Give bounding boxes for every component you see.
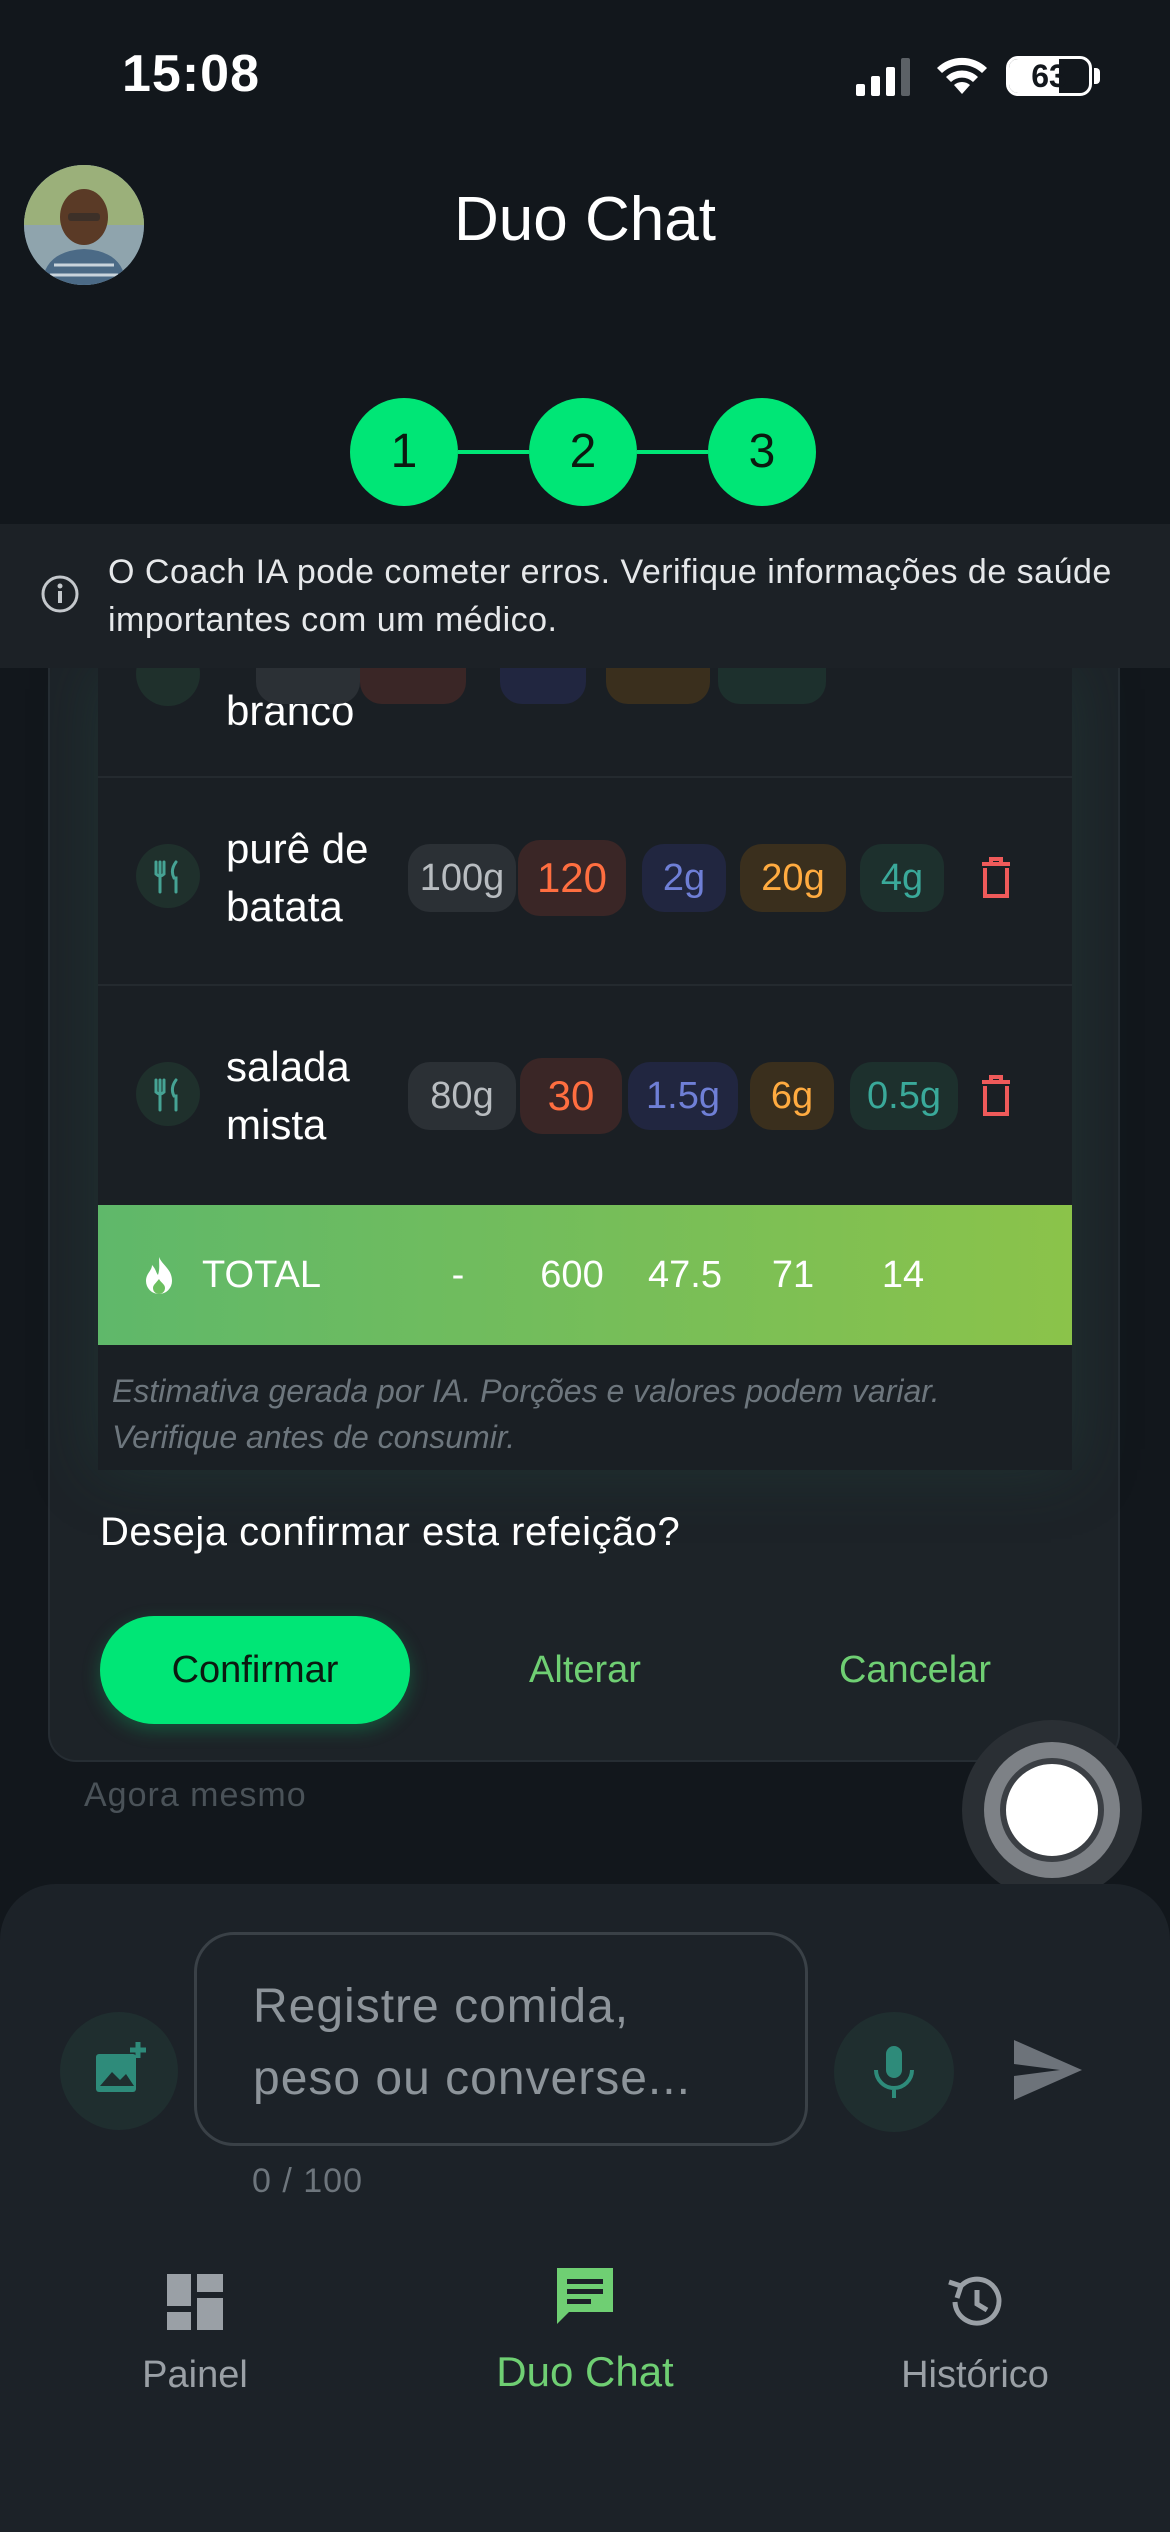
page-title: Duo Chat [454,185,716,254]
nav-label: Painel [142,2354,248,2396]
table-row: salada mista 80g 30 1.5g 6g 0.5g [98,986,1072,1204]
dashboard-icon [167,2274,223,2330]
microphone-icon [874,2046,914,2098]
total-fat: 14 [881,1254,925,1296]
history-icon [948,2276,1002,2326]
cellular-signal-icon [856,58,910,96]
add-photo-button[interactable] [60,2012,178,2130]
fat-chip: 0.5g [850,1062,958,1130]
food-name: purê de batata [226,825,369,930]
step-indicator: 1 2 3 [350,398,816,506]
battery-cap [1094,68,1100,84]
assistive-touch-button[interactable] [962,1720,1142,1900]
cancel-button[interactable]: Cancelar [800,1616,1030,1724]
nav-label: Histórico [901,2354,1049,2396]
step-2: 2 [529,398,637,506]
step-3: 3 [708,398,816,506]
nav-item-historico[interactable]: Histórico [870,2268,1080,2408]
assistive-inner [1000,1758,1104,1862]
ai-estimate-note: Estimativa gerada por IA. Porções e valo… [112,1373,940,1455]
total-portion: - [451,1254,465,1296]
table-row: purê de batata 100g 120 2g 20g 4g [98,768,1072,986]
fire-icon [146,1257,172,1294]
voice-input-button[interactable] [834,2012,954,2132]
fat-chip: 4g [860,844,944,912]
message-timestamp: Agora mesmo [84,1776,307,1814]
character-counter: 0 / 100 [252,2162,363,2200]
kcal-chip: 30 [520,1058,622,1134]
portion-chip: 100g [408,844,516,912]
protein-chip: 1.5g [628,1062,738,1130]
add-photo-icon [96,2042,146,2092]
battery-icon: 63 [1006,56,1092,96]
nav-label: Duo Chat [496,2348,674,2395]
carbs-chip: 6g [750,1062,834,1130]
message-input[interactable]: Registre comida, peso ou converse... [194,1932,808,2146]
change-button[interactable]: Alterar [470,1616,700,1724]
total-protein: 47.5 [648,1254,722,1296]
assistive-ring [984,1742,1120,1878]
chat-icon [557,2268,613,2324]
cutlery-icon [136,1062,200,1126]
status-bar: 15:08 63 [0,0,1170,150]
nav-item-painel[interactable]: Painel [100,2268,290,2408]
nav-item-duo-chat[interactable]: Duo Chat [470,2262,700,2402]
info-icon [41,575,79,613]
protein-chip: 2g [642,844,726,912]
kcal-chip: 120 [518,840,626,916]
confirm-question: Deseja confirmar esta refeição? [100,1510,681,1554]
status-time: 15:08 [122,45,260,103]
total-label: TOTAL [202,1254,321,1296]
food-name: salada mista [226,1043,350,1148]
cutlery-icon [136,844,200,908]
delete-item-icon[interactable] [976,854,1016,902]
total-kcal: 600 [540,1254,604,1296]
battery-level: 63 [1031,58,1067,94]
disclaimer-text: O Coach IA pode cometer erros. Verifique… [108,553,1112,639]
step-1: 1 [350,398,458,506]
delete-item-icon[interactable] [976,1072,1016,1120]
wifi-icon [937,57,987,94]
carbs-chip: 20g [740,844,846,912]
confirm-button[interactable]: Confirmar [100,1616,410,1724]
total-row: TOTAL - 600 47.5 71 14 [98,1205,1072,1345]
step-connector [637,450,708,454]
send-icon[interactable] [1010,2034,1086,2106]
total-carbs: 71 [771,1254,815,1296]
step-connector [458,450,529,454]
portion-chip: 80g [408,1062,516,1130]
